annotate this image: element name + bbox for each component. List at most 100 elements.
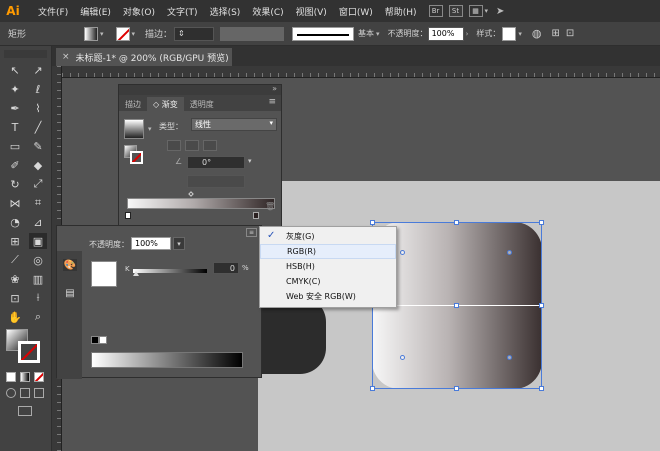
chevron-right-icon[interactable]: › (466, 30, 469, 38)
black-swatch[interactable] (91, 336, 99, 344)
magic-wand-tool-icon[interactable]: ✦ (6, 81, 24, 97)
gradient-slider[interactable] (127, 198, 275, 209)
stroke-across-icon[interactable] (203, 140, 217, 151)
menu-type[interactable]: 文字(T) (161, 5, 204, 18)
stroke-along-icon[interactable] (185, 140, 199, 151)
rotate-tool-icon[interactable]: ↻ (6, 176, 24, 192)
corner-widget[interactable] (507, 355, 512, 360)
draw-normal-icon[interactable] (6, 388, 16, 398)
opacity-field[interactable]: 100% (131, 237, 171, 250)
stroke-profile-field[interactable] (292, 26, 355, 41)
gradient-midpoint[interactable] (188, 191, 194, 197)
rectangle-tool-icon[interactable]: ▭ (6, 138, 24, 154)
draw-behind-icon[interactable] (20, 388, 30, 398)
symbol-sprayer-tool-icon[interactable]: ❀ (6, 271, 24, 287)
resize-handle[interactable] (539, 386, 544, 391)
delete-stop-icon[interactable]: 🗑 (265, 202, 275, 211)
menu-select[interactable]: 选择(S) (204, 5, 247, 18)
menu-view[interactable]: 视图(V) (290, 5, 333, 18)
hand-tool-icon[interactable]: ✋ (6, 309, 24, 325)
tab-stroke[interactable]: 描边 (119, 97, 147, 111)
opacity-field[interactable]: 100% (427, 26, 464, 41)
variable-width-field[interactable] (220, 26, 285, 41)
lasso-tool-icon[interactable]: ℓ (29, 81, 47, 97)
align-icon[interactable]: ⊞ (552, 28, 560, 39)
eraser-tool-icon[interactable]: ◆ (29, 157, 47, 173)
resize-handle[interactable] (539, 220, 544, 225)
shape-builder-tool-icon[interactable]: ◔ (6, 214, 24, 230)
menu-edit[interactable]: 编辑(E) (74, 5, 117, 18)
slice-tool-icon[interactable]: ⟊ (29, 290, 47, 306)
color-guide-icon[interactable]: ▤ (63, 287, 77, 299)
corner-widget[interactable] (400, 250, 405, 255)
gradient-preview-swatch[interactable] (124, 119, 144, 139)
chevron-down-icon[interactable]: ▾ (132, 30, 136, 38)
resize-handle[interactable] (539, 303, 544, 308)
tab-transparency[interactable]: 透明度 (184, 97, 220, 111)
color-mode-button[interactable] (6, 372, 16, 382)
panel-menu-icon[interactable]: ≡ (246, 228, 257, 237)
resize-handle[interactable] (370, 220, 375, 225)
stroke-indicator[interactable] (130, 151, 143, 164)
collapse-icon[interactable]: » (272, 84, 277, 93)
chevron-down-icon[interactable]: ▾ (518, 30, 522, 38)
menu-window[interactable]: 窗口(W) (333, 5, 379, 18)
recolor-icon[interactable]: ◍ (532, 27, 542, 40)
direct-selection-tool-icon[interactable]: ↗ (29, 62, 47, 78)
curvature-tool-icon[interactable]: ⌇ (29, 100, 47, 116)
gradient-angle-field[interactable]: 0° (187, 156, 245, 169)
corner-widget[interactable] (400, 355, 405, 360)
fill-stroke-widget[interactable] (6, 329, 46, 369)
resize-handle[interactable] (370, 386, 375, 391)
perspective-grid-tool-icon[interactable]: ⊿ (29, 214, 47, 230)
gradient-mode-button[interactable] (20, 372, 30, 382)
menu-item-rgb[interactable]: RGB(R) (260, 244, 396, 259)
resize-handle[interactable] (454, 220, 459, 225)
selection-tool-icon[interactable]: ↖ (6, 62, 24, 78)
stroke-weight-field[interactable]: ⇕ (174, 26, 215, 41)
aspect-ratio-field[interactable] (187, 175, 245, 188)
zoom-tool-icon[interactable]: ⌕ (29, 309, 47, 325)
screen-mode-icon[interactable] (18, 406, 32, 416)
transform-icon[interactable]: ⊡ (566, 28, 574, 39)
send-icon[interactable]: ➤ (496, 6, 504, 17)
corner-widget[interactable] (507, 250, 512, 255)
gradient-tool-icon[interactable]: ▣ (29, 233, 47, 249)
draw-inside-icon[interactable] (34, 388, 44, 398)
current-color-swatch[interactable] (91, 261, 117, 287)
fill-swatch[interactable] (84, 26, 98, 41)
pencil-tool-icon[interactable]: ✐ (6, 157, 24, 173)
mesh-tool-icon[interactable]: ⊞ (6, 233, 24, 249)
color-spectrum-bar[interactable] (91, 352, 243, 368)
paintbrush-tool-icon[interactable]: ✎ (29, 138, 47, 154)
close-icon[interactable]: × (62, 52, 70, 62)
chevron-down-icon[interactable]: ▾ (100, 30, 104, 38)
type-tool-icon[interactable]: T (6, 119, 24, 135)
menu-item-grayscale[interactable]: ✓ 灰度(G) (260, 229, 396, 244)
panel-grip[interactable] (4, 50, 47, 58)
gradient-stop-end[interactable] (253, 212, 259, 219)
pen-tool-icon[interactable]: ✒ (6, 100, 24, 116)
tab-gradient[interactable]: ◇ 渐变 (147, 97, 184, 111)
menu-object[interactable]: 对象(O) (117, 5, 161, 18)
workspace-grid-icon[interactable]: ▦ (468, 5, 483, 17)
anchor-point[interactable] (454, 303, 459, 308)
width-tool-icon[interactable]: ⋈ (6, 195, 24, 211)
chevron-down-icon[interactable]: ▾ (248, 157, 252, 165)
line-tool-icon[interactable]: ╱ (29, 119, 47, 135)
color-panel-icon[interactable]: 🎨 (63, 259, 77, 271)
none-mode-button[interactable] (34, 372, 44, 382)
document-tab[interactable]: × 未标题-1* @ 200% (RGB/GPU 预览) (56, 48, 232, 66)
stroke-indicator[interactable] (18, 341, 40, 363)
stock-icon[interactable]: St (448, 5, 463, 17)
chevron-down-icon[interactable]: ▾ (173, 237, 185, 250)
panel-menu-icon[interactable]: ≡ (268, 97, 276, 107)
free-transform-tool-icon[interactable]: ⌗ (29, 195, 47, 211)
bridge-icon[interactable]: Br (428, 5, 443, 17)
gradient-type-select[interactable]: 线性 ▾ (191, 118, 277, 131)
chevron-down-icon[interactable]: ▾ (376, 30, 380, 38)
menu-item-cmyk[interactable]: CMYK(C) (260, 274, 396, 289)
stroke-swatch[interactable] (115, 26, 130, 41)
resize-handle[interactable] (454, 386, 459, 391)
chevron-down-icon[interactable]: ▾ (485, 7, 489, 15)
